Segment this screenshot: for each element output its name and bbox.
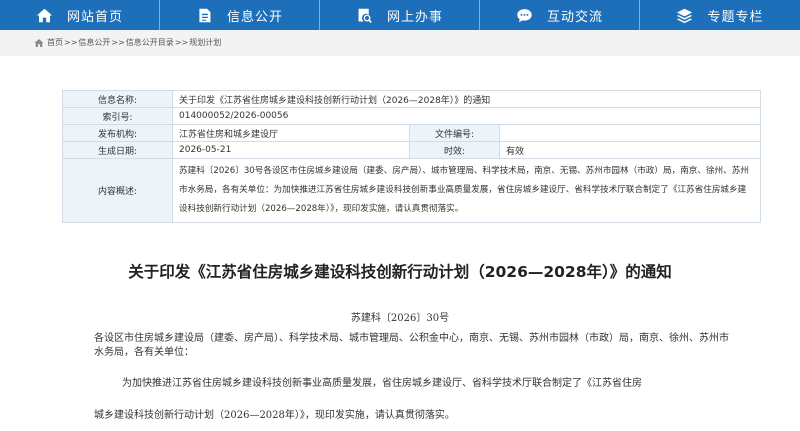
body-paragraph: 为加快推进江苏省住房城乡建设科技创新事业高质量发展，省住房城乡建设厅、省科学技术…	[122, 378, 642, 389]
validity-label: 时效:	[409, 141, 500, 159]
nav-item-info-public[interactable]: 信息公开	[160, 0, 320, 30]
date-value: 2026-05-21	[172, 141, 410, 159]
info-table: 信息名称: 关于印发《江苏省住房城乡建设科技创新行动计划（2026—2028年）…	[62, 90, 761, 223]
breadcrumb-catalog[interactable]: 信息公开目录	[126, 37, 174, 48]
date-label: 生成日期:	[62, 141, 173, 159]
index-number-value: 014000052/2026-00056	[172, 107, 761, 125]
nav-item-special-topics[interactable]: 专题专栏	[640, 0, 800, 30]
home-icon	[34, 38, 44, 47]
addressee-paragraph: 各设区市住房城乡建设局（建委、房产局）、科学技术局、城市管理局、公积金中心，南京…	[94, 333, 729, 358]
table-row: 生成日期: 2026-05-21 时效: 有效	[62, 141, 761, 159]
home-icon	[36, 8, 53, 22]
breadcrumb-separator: >>	[111, 38, 125, 47]
file-number-label: 文件编号:	[409, 124, 500, 142]
table-row: 索引号: 014000052/2026-00056	[62, 107, 761, 125]
publisher-label: 发布机构:	[62, 124, 173, 142]
article-title: 关于印发《江苏省住房城乡建设科技创新行动计划（2026—2028年）》的通知	[128, 263, 672, 281]
nav-item-interaction[interactable]: 互动交流	[480, 0, 640, 30]
table-row: 发布机构: 江苏省住房和城乡建设厅 文件编号:	[62, 124, 761, 142]
nav-label: 专题专栏	[707, 9, 764, 25]
nav-label: 网站首页	[66, 9, 123, 25]
document-icon	[199, 8, 211, 22]
layers-icon	[677, 8, 693, 23]
nav-item-home[interactable]: 网站首页	[0, 0, 160, 30]
info-name-label: 信息名称:	[62, 90, 173, 108]
chat-icon	[517, 8, 532, 22]
body-paragraph: 城乡建设科技创新行动计划（2026—2028年）》，现印发实施，请认真贯彻落实。	[94, 410, 455, 421]
nav-label: 互动交流	[546, 9, 603, 25]
search-document-icon	[358, 8, 372, 23]
index-number-label: 索引号:	[62, 107, 173, 125]
breadcrumb-info-public[interactable]: 信息公开	[78, 37, 110, 48]
document-number: 苏建科〔2026〕30号	[350, 313, 450, 324]
nav-item-online-service[interactable]: 网上办事	[320, 0, 480, 30]
breadcrumb-home[interactable]: 首页	[47, 37, 63, 48]
table-row: 信息名称: 关于印发《江苏省住房城乡建设科技创新行动计划（2026—2028年）…	[62, 90, 761, 108]
top-nav: 网站首页 信息公开 网上办事 互动交流 专题专栏	[0, 0, 800, 30]
breadcrumb-separator: >>	[174, 38, 189, 47]
table-row: 内容概述: 苏建科〔2026〕30号各设区市住房城乡建设局（建委、房产局）、城市…	[62, 158, 761, 223]
nav-label: 信息公开	[226, 9, 283, 25]
validity-value: 有效	[499, 141, 761, 159]
info-name-value: 关于印发《江苏省住房城乡建设科技创新行动计划（2026—2028年）》的通知	[172, 90, 761, 108]
summary-value: 苏建科〔2026〕30号各设区市住房城乡建设局（建委、房产局）、城市管理局、科学…	[172, 158, 761, 223]
breadcrumb-separator: >>	[64, 38, 78, 47]
nav-label: 网上办事	[386, 9, 443, 25]
file-number-value	[499, 124, 761, 142]
publisher-value: 江苏省住房和城乡建设厅	[172, 124, 410, 142]
summary-label: 内容概述:	[62, 158, 173, 223]
breadcrumb-bar: 首页 >> 信息公开 >> 信息公开目录 >> 规划计划	[0, 30, 800, 56]
breadcrumb: 首页 >> 信息公开 >> 信息公开目录 >> 规划计划	[34, 37, 221, 48]
breadcrumb-plans[interactable]: 规划计划	[189, 37, 221, 48]
